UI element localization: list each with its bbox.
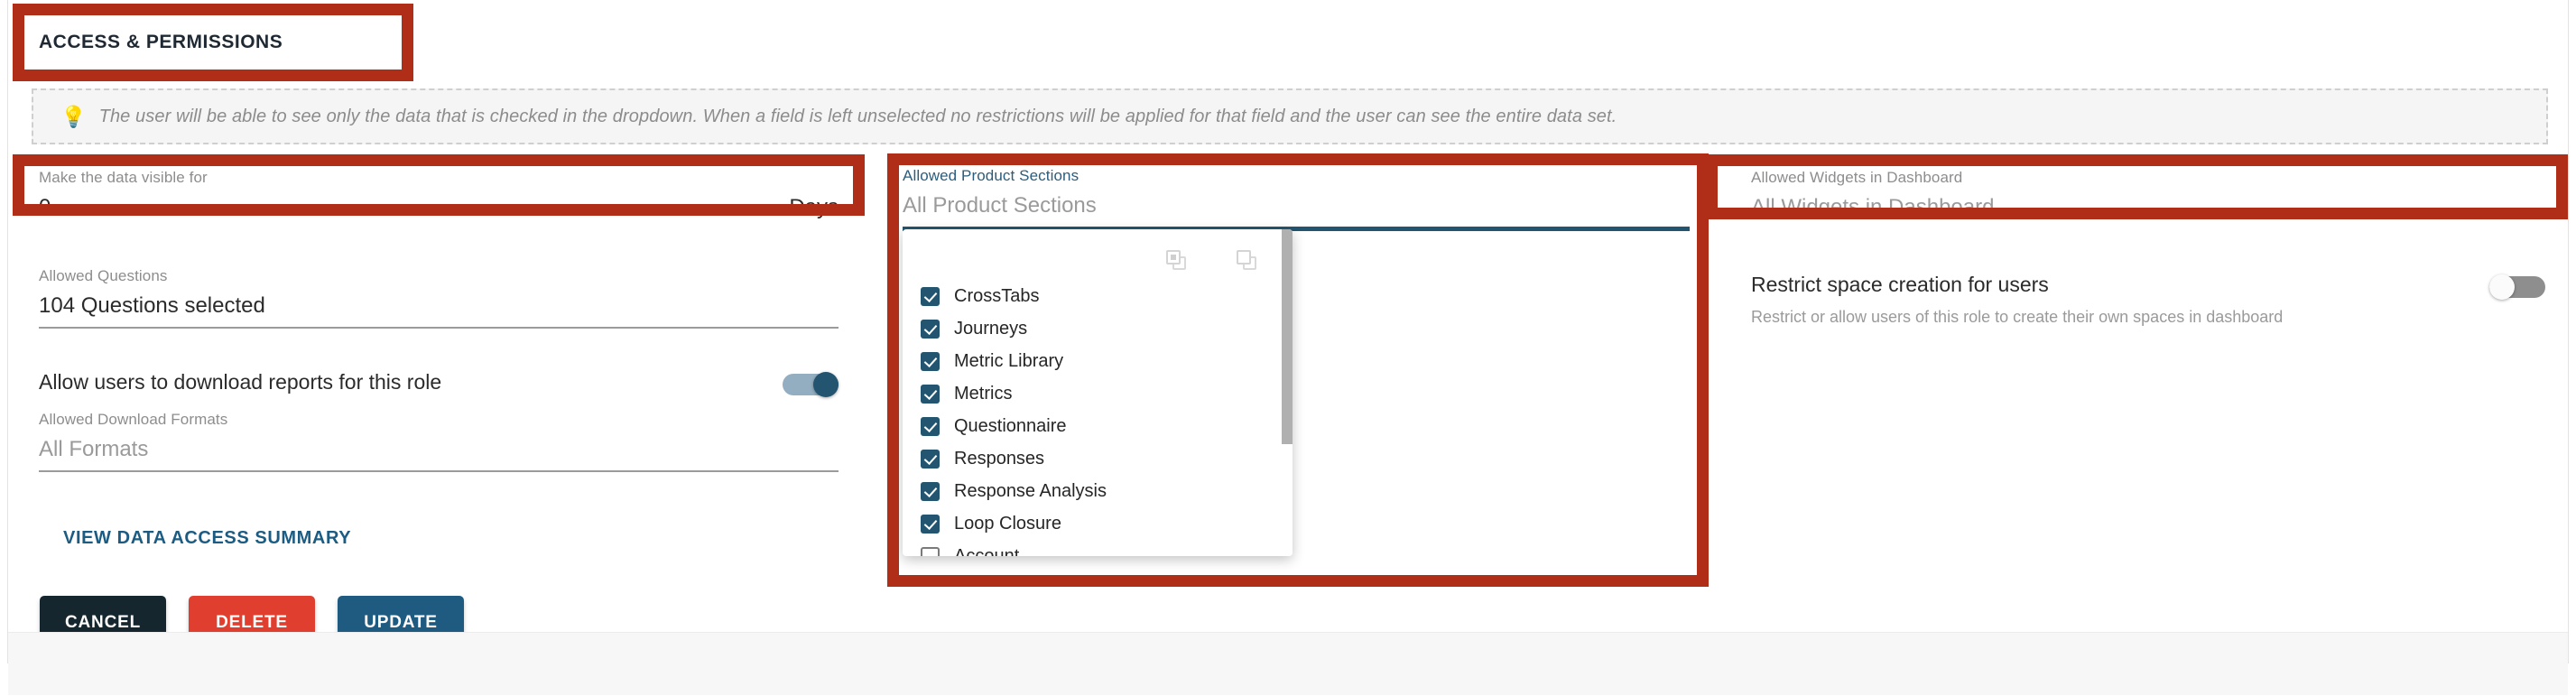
- checkbox-checked-icon[interactable]: [921, 351, 940, 371]
- lightbulb-icon: 💡: [60, 104, 87, 128]
- allowed-widgets-value[interactable]: All Widgets in Dashboard: [1751, 195, 1994, 220]
- make-data-visible-label: Make the data visible for: [39, 169, 208, 186]
- allowed-widgets-label: Allowed Widgets in Dashboard: [1751, 169, 1963, 186]
- download-reports-switch[interactable]: [783, 372, 839, 397]
- switch-thumb: [813, 372, 839, 397]
- allowed-questions-label: Allowed Questions: [39, 267, 168, 284]
- checkbox-checked-icon[interactable]: [921, 319, 940, 339]
- dropdown-scrollbar-thumb[interactable]: [1282, 229, 1293, 444]
- dropdown-option-label: Account: [954, 545, 1020, 557]
- days-suffix: Days: [789, 195, 839, 219]
- dropdown-option[interactable]: Responses: [903, 442, 1293, 475]
- checkbox-checked-icon[interactable]: [921, 416, 940, 436]
- dropdown-option-label: Responses: [954, 448, 1045, 469]
- restrict-space-creation-label: Restrict space creation for users: [1751, 273, 2049, 296]
- info-banner: 💡 The user will be able to see only the …: [32, 88, 2548, 144]
- allowed-questions-underline: [39, 327, 839, 329]
- make-data-visible-value[interactable]: 0: [39, 195, 51, 220]
- restrict-space-creation-row[interactable]: Restrict space creation for users Restri…: [1751, 271, 2545, 327]
- checkbox-checked-icon[interactable]: [921, 449, 940, 469]
- dropdown-scrollbar[interactable]: [1282, 229, 1293, 556]
- restrict-space-creation-switch[interactable]: [2489, 274, 2545, 300]
- dropdown-option-label: Loop Closure: [954, 513, 1061, 534]
- checkbox-checked-icon[interactable]: [921, 514, 940, 534]
- dropdown-option-label: Metrics: [954, 383, 1013, 404]
- make-data-visible-field[interactable]: Make the data visible for 0 Days: [39, 169, 839, 230]
- allowed-widgets-field[interactable]: Allowed Widgets in Dashboard All Widgets…: [1751, 169, 2536, 230]
- download-reports-toggle-row[interactable]: Allow users to download reports for this…: [39, 368, 839, 397]
- checkbox-checked-icon[interactable]: [921, 286, 940, 306]
- deselect-all-icon[interactable]: [1237, 250, 1256, 270]
- restrict-space-creation-sublabel: Restrict or allow users of this role to …: [1751, 308, 2284, 326]
- dropdown-option[interactable]: Response Analysis: [903, 475, 1293, 507]
- dropdown-option-label: Questionnaire: [954, 415, 1067, 436]
- download-reports-label: Allow users to download reports for this…: [39, 370, 442, 394]
- dropdown-option-list: CrossTabs Journeys Metric Library Metrics Qu…: [903, 273, 1293, 556]
- dropdown-option-label: CrossTabs: [954, 285, 1040, 306]
- allowed-questions-field[interactable]: Allowed Questions 104 Questions selected: [39, 267, 839, 329]
- access-permissions-panel: ACCESS & PERMISSIONS 💡 The user will be …: [0, 0, 2576, 696]
- allowed-widgets-underline: [1751, 228, 2536, 230]
- product-sections-dropdown[interactable]: CrossTabs Journeys Metric Library Metrics Qu…: [903, 229, 1293, 556]
- dropdown-option[interactable]: Metrics: [903, 377, 1293, 410]
- allowed-download-formats-underline: [39, 470, 839, 472]
- allowed-download-formats-label: Allowed Download Formats: [39, 411, 228, 428]
- select-all-icon[interactable]: [1166, 250, 1186, 270]
- switch-thumb: [2489, 274, 2515, 300]
- allowed-product-sections-value[interactable]: All Product Sections: [903, 193, 1097, 218]
- dropdown-option[interactable]: Account: [903, 540, 1293, 556]
- dropdown-option[interactable]: Journeys: [903, 312, 1293, 345]
- checkbox-checked-icon[interactable]: [921, 481, 940, 501]
- allowed-product-sections-field[interactable]: Allowed Product Sections All Product Sec…: [903, 167, 1690, 231]
- dropdown-toolbar: [903, 229, 1293, 273]
- dropdown-option[interactable]: Loop Closure: [903, 507, 1293, 540]
- info-banner-text: The user will be able to see only the da…: [98, 106, 1617, 126]
- checkbox-checked-icon[interactable]: [921, 384, 940, 404]
- dropdown-option-label: Metric Library: [954, 350, 1064, 371]
- page-footer-strip: [8, 632, 2568, 695]
- card-right-border: [2568, 0, 2569, 664]
- checkbox-unchecked-icon[interactable]: [921, 546, 940, 556]
- allowed-download-formats-value[interactable]: All Formats: [39, 437, 148, 462]
- dropdown-option[interactable]: CrossTabs: [903, 280, 1293, 312]
- dropdown-option-label: Journeys: [954, 318, 1028, 339]
- card-left-border: [7, 0, 8, 664]
- dropdown-option-label: Response Analysis: [954, 480, 1107, 501]
- allowed-product-sections-label: Allowed Product Sections: [903, 167, 1080, 184]
- dropdown-option[interactable]: Metric Library: [903, 345, 1293, 377]
- dropdown-option[interactable]: Questionnaire: [903, 410, 1293, 442]
- make-data-visible-underline: [39, 228, 839, 230]
- allowed-download-formats-field[interactable]: Allowed Download Formats All Formats: [39, 411, 839, 472]
- view-data-access-summary-link[interactable]: VIEW DATA ACCESS SUMMARY: [63, 528, 351, 549]
- page-title: ACCESS & PERMISSIONS: [39, 32, 283, 52]
- allowed-questions-value[interactable]: 104 Questions selected: [39, 293, 265, 319]
